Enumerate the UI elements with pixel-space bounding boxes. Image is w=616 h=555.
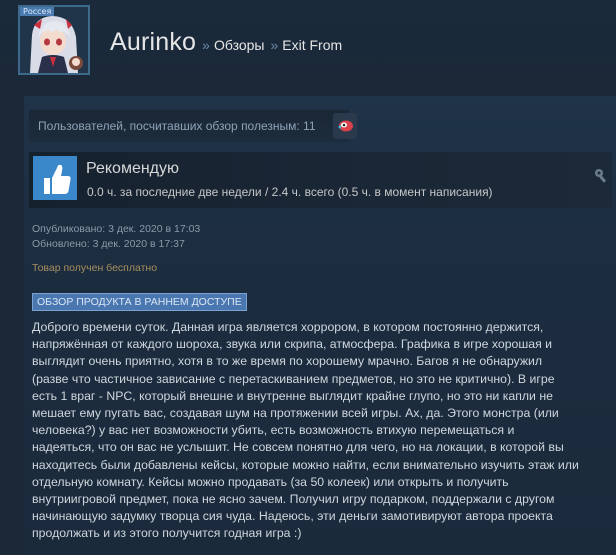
avatar[interactable]: Россея [18, 5, 90, 75]
review-text-line: продолжать и из этого получится годная и… [32, 526, 302, 541]
helpful-count-text: Пользователей, посчитавших обзор полезны… [38, 119, 316, 133]
breadcrumb-reviews-link[interactable]: Обзоры [214, 37, 265, 53]
review-text-line: мешает ему пугать вас, создавая шум на п… [32, 406, 559, 421]
breadcrumb-separator: » [270, 37, 279, 53]
updated-date: Обновлено: 3 дек. 2020 в 17:37 [32, 238, 185, 250]
early-access-banner: ОБЗОР ПРОДУКТА В РАННЕМ ДОСТУПЕ [32, 293, 247, 311]
profile-header: Россея Aurinko » Обзоры » Exit From [0, 0, 616, 92]
review-text-line: отдельную комнату. Кейсы можно продавать… [32, 474, 509, 489]
review-text-line: (разве что частичное зависание с перетас… [32, 371, 555, 386]
thumbs-up-box [33, 156, 77, 200]
thumbs-up-icon [44, 164, 71, 194]
free-product-note: Товар получен бесплатно [32, 262, 158, 274]
review-text-line: Доброго времени суток. Данная игра являе… [32, 320, 544, 334]
recommendation-block: Рекомендую 0.0 ч. за последние две недел… [29, 152, 612, 208]
posted-date: Опубликовано: 3 дек. 2020 в 17:03 [32, 223, 201, 235]
review-text-line: напряжённая от каждого шороха, звука или… [32, 337, 553, 352]
developer-response-icon[interactable] [593, 168, 609, 184]
award-icon [338, 120, 353, 132]
review-text-line: выглядит очень приятно, хотя в то же вре… [32, 354, 543, 369]
review-text-line: человека?) у вас нет возможности убить, … [32, 423, 515, 438]
breadcrumb-game-link[interactable]: Exit From [282, 37, 342, 53]
review-panel: Пользователей, посчитавших обзор полезны… [24, 96, 616, 555]
award-badge[interactable] [333, 113, 357, 139]
avatar-badge: Россея [20, 7, 55, 16]
breadcrumb: Aurinko » Обзоры » Exit From [110, 28, 342, 58]
review-text-line: есть 1 враг - NPC, который внешне и внут… [32, 388, 553, 403]
recommendation-title: Рекомендую [86, 160, 180, 177]
breadcrumb-separator: » [202, 37, 210, 53]
review-text-line: надеяться, что он вас не услышит. Не сов… [32, 440, 564, 455]
review-body: Доброго времени суток. Данная игра являе… [32, 319, 612, 543]
helpful-bar: Пользователей, посчитавших обзор полезны… [29, 110, 357, 142]
review-text-line: находитесь были добавлены кейсы, которые… [32, 457, 579, 472]
user-name-link[interactable]: Aurinko [110, 28, 196, 57]
review-text-line: внутриигровой предмет, пока не ясно заче… [32, 492, 555, 507]
playtime-hours: 0.0 ч. за последние две недели / 2.4 ч. … [87, 185, 493, 199]
review-text-line: начинающую задумку творца сия чуда. Наде… [32, 509, 553, 524]
avatar-image [20, 7, 88, 73]
